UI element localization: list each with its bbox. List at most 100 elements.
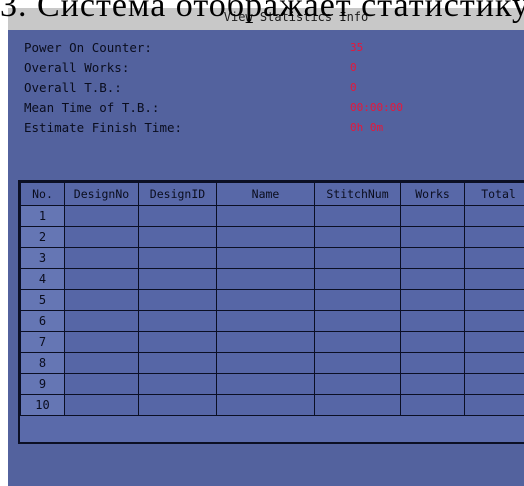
cell-name (216, 247, 315, 269)
statistics-grid: No. DesignNo DesignID Name StitchNum Wor… (20, 182, 524, 416)
row-number: 3 (20, 247, 65, 269)
cell-stitchnum (314, 247, 401, 269)
cell-works (400, 373, 465, 395)
cell-designid (138, 268, 217, 290)
table-row[interactable]: 5 (20, 289, 524, 311)
cell-total (464, 352, 524, 374)
cell-works (400, 247, 465, 269)
table-row[interactable]: 2 (20, 226, 524, 248)
cell-designno (64, 352, 139, 374)
stat-overall-works: Overall Works: 0 (24, 58, 504, 78)
cell-name (216, 394, 315, 416)
column-header-designno: DesignNo (64, 182, 139, 206)
table-row[interactable]: 10 (20, 394, 524, 416)
stat-value: 0h 0m (350, 121, 384, 134)
cell-designno (64, 310, 139, 332)
row-number: 10 (20, 394, 65, 416)
cell-total (464, 247, 524, 269)
cell-works (400, 289, 465, 311)
cell-designno (64, 205, 139, 227)
cell-designid (138, 247, 217, 269)
cell-stitchnum (314, 394, 401, 416)
cell-name (216, 373, 315, 395)
cell-works (400, 352, 465, 374)
row-number: 8 (20, 352, 65, 374)
cell-stitchnum (314, 352, 401, 374)
table-row[interactable]: 1 (20, 205, 524, 227)
cell-works (400, 394, 465, 416)
table-row[interactable]: 4 (20, 268, 524, 290)
cell-stitchnum (314, 289, 401, 311)
cell-works (400, 226, 465, 248)
stat-value: 35 (350, 41, 364, 54)
column-header-total: Total (464, 182, 524, 206)
cell-designno (64, 331, 139, 353)
column-header-works: Works (400, 182, 465, 206)
stat-mean-time-tb: Mean Time of T.B.: 00:00:00 (24, 98, 504, 118)
column-header-designid: DesignID (138, 182, 217, 206)
row-number: 9 (20, 373, 65, 395)
stat-label: Mean Time of T.B.: (24, 100, 160, 115)
cell-designid (138, 205, 217, 227)
cell-total (464, 226, 524, 248)
cell-total (464, 394, 524, 416)
cell-works (400, 331, 465, 353)
cell-designid (138, 331, 217, 353)
stat-label: Overall T.B.: (24, 80, 122, 95)
cell-stitchnum (314, 226, 401, 248)
cell-total (464, 331, 524, 353)
cell-name (216, 268, 315, 290)
cell-total (464, 289, 524, 311)
stat-overall-tb: Overall T.B.: 0 (24, 78, 504, 98)
stat-label: Estimate Finish Time: (24, 120, 183, 135)
cell-designno (64, 226, 139, 248)
cell-name (216, 205, 315, 227)
cell-name (216, 352, 315, 374)
cell-stitchnum (314, 310, 401, 332)
cell-designid (138, 310, 217, 332)
cell-designno (64, 394, 139, 416)
cell-works (400, 268, 465, 290)
cell-designid (138, 373, 217, 395)
cell-designid (138, 289, 217, 311)
cell-name (216, 289, 315, 311)
cell-works (400, 310, 465, 332)
cell-total (464, 373, 524, 395)
column-header-no: No. (20, 182, 65, 206)
cell-total (464, 205, 524, 227)
column-header-name: Name (216, 182, 315, 206)
table-row[interactable]: 7 (20, 331, 524, 353)
statistics-screen: View Statistics Info Power On Counter: 3… (8, 8, 524, 486)
cell-designno (64, 289, 139, 311)
stat-estimate-finish-time: Estimate Finish Time: 0h 0m (24, 118, 504, 138)
stat-value: 0 (350, 61, 357, 74)
stats-panel: Power On Counter: 35 Overall Works: 0 Ov… (24, 38, 504, 138)
cell-stitchnum (314, 205, 401, 227)
slide-caption: 3. Система отображает статистику (0, 0, 524, 24)
stat-power-on-counter: Power On Counter: 35 (24, 38, 504, 58)
page: View Statistics Info Power On Counter: 3… (0, 0, 524, 486)
cell-stitchnum (314, 331, 401, 353)
table-row[interactable]: 6 (20, 310, 524, 332)
cell-name (216, 226, 315, 248)
row-number: 2 (20, 226, 65, 248)
row-number: 5 (20, 289, 65, 311)
cell-total (464, 310, 524, 332)
row-number: 6 (20, 310, 65, 332)
table-row[interactable]: 9 (20, 373, 524, 395)
column-header-stitchnum: StitchNum (314, 182, 401, 206)
table-row[interactable]: 8 (20, 352, 524, 374)
stat-label: Power On Counter: (24, 40, 152, 55)
table-row[interactable]: 3 (20, 247, 524, 269)
stat-value: 00:00:00 (350, 101, 403, 114)
table-header-row: No. DesignNo DesignID Name StitchNum Wor… (20, 182, 524, 206)
cell-name (216, 331, 315, 353)
stat-value: 0 (350, 81, 357, 94)
cell-designid (138, 226, 217, 248)
stat-label: Overall Works: (24, 60, 130, 75)
cell-stitchnum (314, 268, 401, 290)
cell-designno (64, 373, 139, 395)
row-number: 7 (20, 331, 65, 353)
cell-designid (138, 394, 217, 416)
cell-designno (64, 247, 139, 269)
